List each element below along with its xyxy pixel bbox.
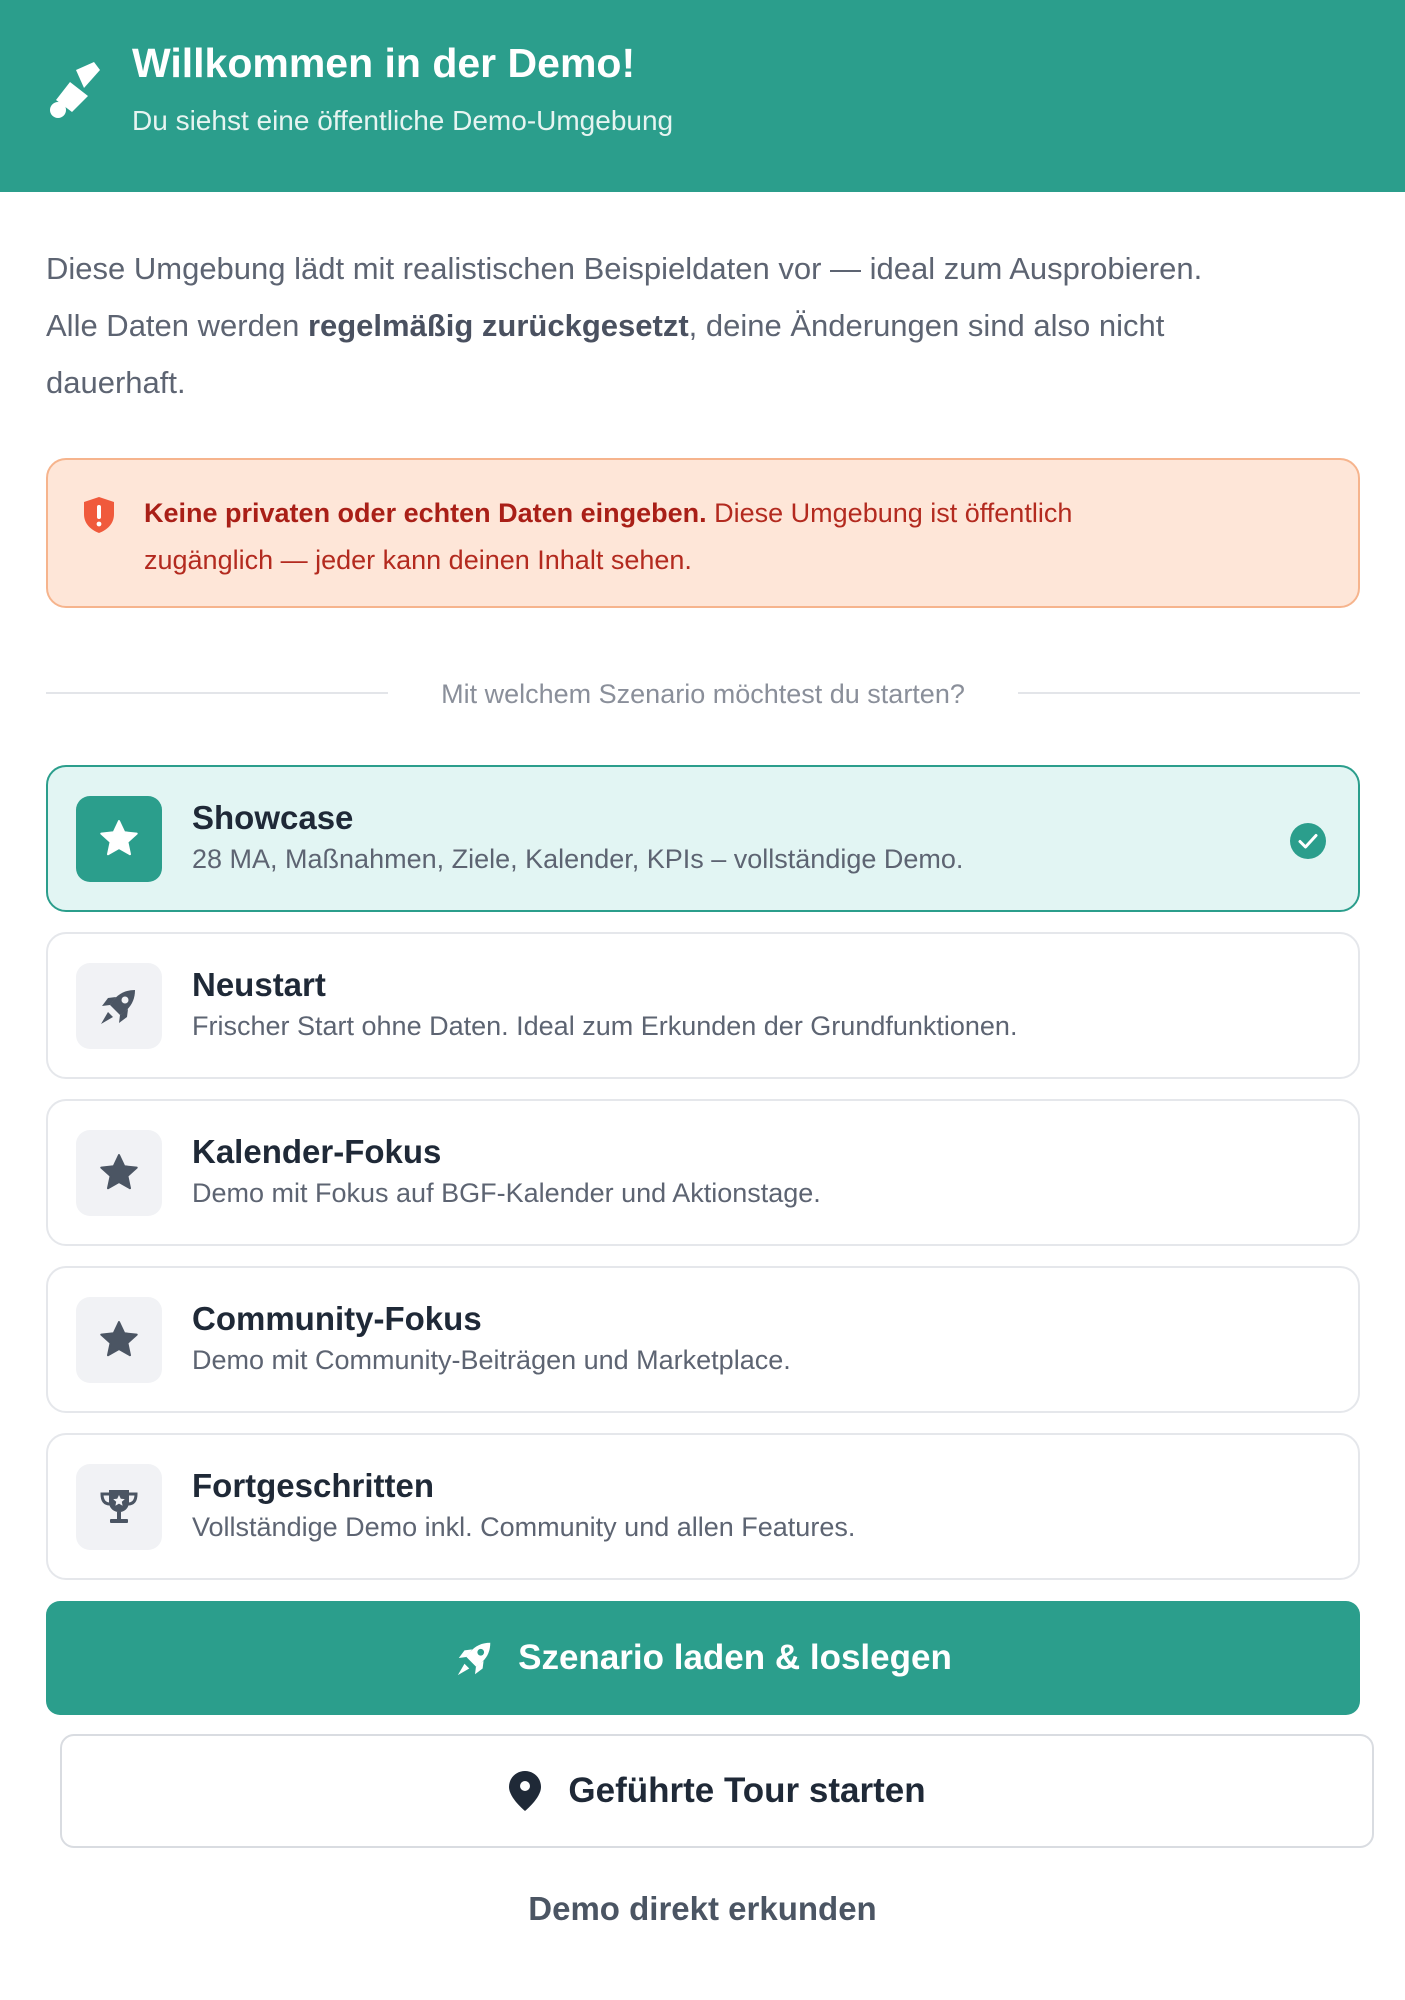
intro-line-3: dauerhaft. — [46, 365, 186, 400]
intro-line-1: Diese Umgebung lädt mit realistischen Be… — [46, 251, 1203, 286]
paint-brush-icon — [50, 62, 100, 118]
trophy-icon — [100, 1490, 138, 1523]
scenario-title: Neustart — [192, 966, 326, 1003]
load-scenario-label: Szenario laden & loslegen — [518, 1638, 952, 1677]
intro-line-2-end: , deine Änderungen sind also nicht — [688, 308, 1165, 343]
scenario-description: 28 MA, Maßnahmen, Ziele, Kalender, KPIs … — [192, 844, 964, 874]
star-icon — [100, 820, 138, 856]
warning-bold: Keine privaten oder echten Daten eingebe… — [144, 498, 707, 528]
rocket-icon — [457, 1642, 491, 1676]
intro-text: Diese Umgebung lädt mit realistischen Be… — [46, 240, 1366, 411]
scenario-prompt: Mit welchem Szenario möchtest du starten… — [441, 679, 965, 709]
scenario-icon-box — [76, 1464, 162, 1550]
divider-line-right — [1018, 692, 1360, 694]
intro-line-2-start: Alle Daten werden — [46, 308, 308, 343]
shield-alert-icon — [84, 497, 114, 533]
load-scenario-button[interactable]: Szenario laden & loslegen — [46, 1601, 1360, 1715]
welcome-subtitle: Du siehst eine öffentliche Demo-Umgebung — [132, 105, 674, 136]
check-circle-icon — [1290, 823, 1326, 859]
intro-emphasis: regelmäßig zurückgesetzt — [307, 308, 689, 343]
scenario-icon-box — [76, 1130, 162, 1216]
scenario-description: Frischer Start ohne Daten. Ideal zum Erk… — [192, 1011, 1018, 1041]
map-pin-icon — [509, 1771, 542, 1811]
star-icon — [100, 1321, 138, 1357]
scenario-title: Showcase — [192, 799, 354, 836]
guided-tour-label: Geführte Tour starten — [568, 1771, 926, 1810]
scenario-card-showcase[interactable]: Showcase 28 MA, Maßnahmen, Ziele, Kalend… — [46, 765, 1360, 912]
scenario-divider: Mit welchem Szenario möchtest du starten… — [46, 670, 1360, 718]
star-icon — [100, 1154, 138, 1190]
welcome-header: Willkommen in der Demo! Du siehst eine ö… — [0, 0, 1405, 192]
guided-tour-button[interactable]: Geführte Tour starten — [60, 1734, 1374, 1848]
welcome-title: Willkommen in der Demo! — [132, 40, 636, 86]
warning-line-1: Diese Umgebung ist öffentlich — [706, 498, 1073, 528]
scenario-card-community-fokus[interactable]: Community-Fokus Demo mit Community-Beitr… — [46, 1266, 1360, 1413]
scenario-description: Demo mit Community-Beiträgen und Marketp… — [192, 1345, 791, 1375]
scenario-description: Vollständige Demo inkl. Community und al… — [192, 1512, 856, 1542]
scenario-card-neustart[interactable]: Neustart Frischer Start ohne Daten. Idea… — [46, 932, 1360, 1079]
rocket-icon — [101, 990, 135, 1024]
scenario-card-fortgeschritten[interactable]: Fortgeschritten Vollständige Demo inkl. … — [46, 1433, 1360, 1580]
scenario-icon-box — [76, 1297, 162, 1383]
scenario-title: Community-Fokus — [192, 1300, 482, 1337]
warning-line-2: zugänglich — jeder kann deinen Inhalt se… — [144, 545, 692, 575]
scenario-title: Fortgeschritten — [192, 1467, 435, 1504]
scenario-description: Demo mit Fokus auf BGF-Kalender und Akti… — [192, 1178, 821, 1208]
scenario-card-kalender-fokus[interactable]: Kalender-Fokus Demo mit Fokus auf BGF-Ka… — [46, 1099, 1360, 1246]
scenario-icon-box — [76, 796, 162, 882]
privacy-warning: Keine privaten oder echten Daten eingebe… — [46, 458, 1360, 608]
explore-demo-link[interactable]: Demo direkt erkunden — [0, 1890, 1405, 1928]
warning-text: Keine privaten oder echten Daten eingebe… — [144, 490, 1324, 584]
scenario-icon-box — [76, 963, 162, 1049]
scenario-title: Kalender-Fokus — [192, 1133, 442, 1170]
